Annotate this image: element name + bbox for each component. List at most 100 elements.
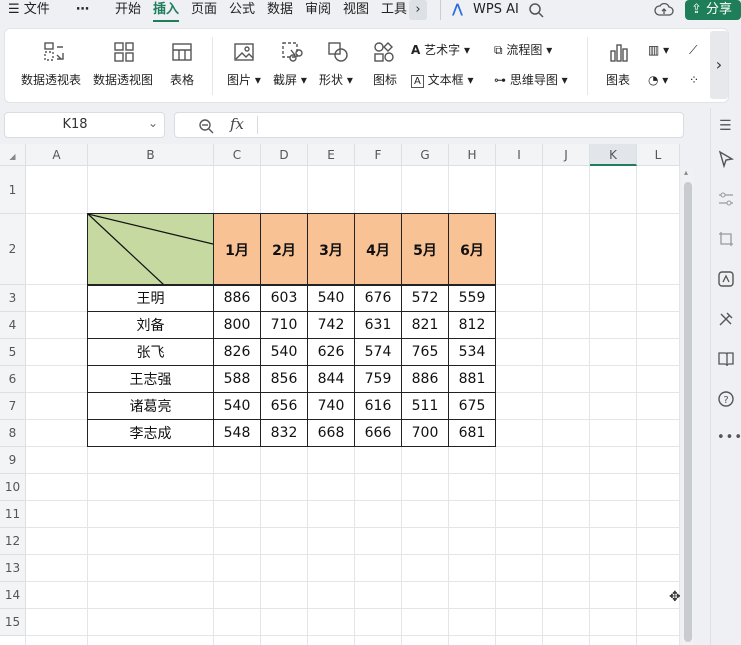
value-cell[interactable]: 572 <box>401 284 449 312</box>
flowchart-button[interactable]: ⧉ 流程图 ▾ <box>494 43 552 57</box>
tab-data[interactable]: 数据 <box>267 0 293 20</box>
value-cell[interactable]: 540 <box>213 392 261 420</box>
column-header-i[interactable]: I <box>496 144 543 166</box>
value-cell[interactable]: 740 <box>307 392 355 420</box>
row-header[interactable]: 4 <box>0 312 26 339</box>
name-cell[interactable]: 刘备 <box>87 311 214 339</box>
value-cell[interactable]: 826 <box>213 338 261 366</box>
column-header-a[interactable]: A <box>26 144 88 166</box>
name-cell[interactable]: 张飞 <box>87 338 214 366</box>
column-header-l[interactable]: L <box>637 144 680 166</box>
name-cell[interactable]: 王明 <box>87 284 214 312</box>
value-cell[interactable]: 886 <box>213 284 261 312</box>
column-header-f[interactable]: F <box>355 144 402 166</box>
row-header[interactable]: 12 <box>0 528 26 555</box>
value-cell[interactable]: 666 <box>354 419 402 447</box>
column-chart-dropdown[interactable]: ▥ ▾ <box>648 43 669 57</box>
row-header[interactable]: 5 <box>0 339 26 366</box>
value-cell[interactable]: 886 <box>401 365 449 393</box>
cloud-upload-icon[interactable] <box>654 2 674 18</box>
shape-button[interactable]: 形状 ▾ <box>319 73 353 87</box>
month-header-cell[interactable]: 5月 <box>401 213 449 286</box>
column-header-b[interactable]: B <box>88 144 214 166</box>
crop-icon[interactable] <box>717 230 735 248</box>
tools-icon[interactable] <box>717 310 735 328</box>
row-header[interactable]: 3 <box>0 285 26 312</box>
month-header-cell[interactable]: 3月 <box>307 213 355 286</box>
tab-home[interactable]: 开始 <box>115 0 141 20</box>
table-button[interactable]: 表格 <box>170 73 194 87</box>
search-icon[interactable] <box>528 2 544 18</box>
value-cell[interactable]: 681 <box>448 419 496 447</box>
textbox-button[interactable]: A 文本框 ▾ <box>411 73 474 89</box>
line-chart-icon[interactable]: ⟋ <box>689 43 697 57</box>
month-header-cell[interactable]: 4月 <box>354 213 402 286</box>
row-header[interactable]: 11 <box>0 501 26 528</box>
value-cell[interactable]: 856 <box>260 365 308 393</box>
value-cell[interactable]: 603 <box>260 284 308 312</box>
value-cell[interactable]: 800 <box>213 311 261 339</box>
name-cell[interactable]: 王志强 <box>87 365 214 393</box>
value-cell[interactable]: 812 <box>448 311 496 339</box>
fx-icon[interactable]: fx <box>230 115 244 133</box>
diagonal-header-cell[interactable] <box>87 213 214 286</box>
row-header[interactable]: 13 <box>0 555 26 582</box>
value-cell[interactable]: 548 <box>213 419 261 447</box>
month-header-cell[interactable]: 6月 <box>448 213 496 286</box>
value-cell[interactable]: 588 <box>213 365 261 393</box>
wordart-button[interactable]: A 艺术字 ▾ <box>411 43 470 57</box>
screenshot-button[interactable]: 截屏 ▾ <box>273 73 307 87</box>
pivot-chart-button[interactable]: 数据透视图 <box>93 73 153 87</box>
menu-icon[interactable]: ☰ <box>719 118 732 134</box>
column-header-k[interactable]: K <box>590 144 637 166</box>
zoom-icon[interactable] <box>197 117 215 135</box>
value-cell[interactable]: 656 <box>260 392 308 420</box>
formula-input[interactable] <box>265 117 675 135</box>
pie-chart-dropdown[interactable]: ◔ ▾ <box>648 73 668 87</box>
tab-formula[interactable]: 公式 <box>229 0 255 20</box>
select-all-corner[interactable]: ◢ <box>0 144 26 166</box>
row-header[interactable]: 7 <box>0 393 26 420</box>
row-header[interactable]: 6 <box>0 366 26 393</box>
menu-file[interactable]: ☰ 文件 <box>8 0 50 20</box>
row-header[interactable]: 14 <box>0 582 26 609</box>
column-header-c[interactable]: C <box>214 144 261 166</box>
mindmap-button[interactable]: ⊶ 思维导图 ▾ <box>494 73 568 87</box>
value-cell[interactable]: 700 <box>401 419 449 447</box>
value-cell[interactable]: 626 <box>307 338 355 366</box>
value-cell[interactable]: 821 <box>401 311 449 339</box>
value-cell[interactable]: 540 <box>307 284 355 312</box>
ai-assist-icon[interactable] <box>717 270 735 288</box>
row-header[interactable]: 9 <box>0 447 26 474</box>
scrollbar-thumb[interactable] <box>684 182 692 642</box>
ribbon-scroll-right-icon[interactable]: › <box>710 31 728 99</box>
more-options-icon[interactable]: ••• <box>717 430 741 445</box>
sliders-icon[interactable] <box>717 190 735 208</box>
share-button[interactable]: ⇪ 分享 <box>685 0 741 20</box>
scatter-chart-icon[interactable]: ⁘ <box>689 73 699 87</box>
column-header-h[interactable]: H <box>449 144 496 166</box>
month-header-cell[interactable]: 1月 <box>213 213 261 286</box>
name-cell[interactable]: 诸葛亮 <box>87 392 214 420</box>
tab-page[interactable]: 页面 <box>191 0 217 20</box>
value-cell[interactable]: 540 <box>260 338 308 366</box>
value-cell[interactable]: 759 <box>354 365 402 393</box>
value-cell[interactable]: 675 <box>448 392 496 420</box>
row-header[interactable]: 2 <box>0 214 26 285</box>
row-header[interactable]: 15 <box>0 609 26 636</box>
value-cell[interactable]: 511 <box>401 392 449 420</box>
value-cell[interactable]: 881 <box>448 365 496 393</box>
scroll-up-icon[interactable]: ▴ <box>684 168 688 177</box>
name-box[interactable]: K18 ⌄ <box>4 112 165 138</box>
chart-button[interactable]: 图表 <box>606 73 630 87</box>
chevron-right-icon[interactable]: › <box>409 0 427 20</box>
value-cell[interactable]: 534 <box>448 338 496 366</box>
more-icon[interactable]: ⋯ <box>76 0 89 20</box>
select-pointer-icon[interactable] <box>717 150 735 168</box>
value-cell[interactable]: 668 <box>307 419 355 447</box>
tab-insert[interactable]: 插入 <box>153 0 180 22</box>
value-cell[interactable]: 559 <box>448 284 496 312</box>
column-header-j[interactable]: J <box>543 144 590 166</box>
value-cell[interactable]: 616 <box>354 392 402 420</box>
help-icon[interactable]: ? <box>717 390 735 408</box>
